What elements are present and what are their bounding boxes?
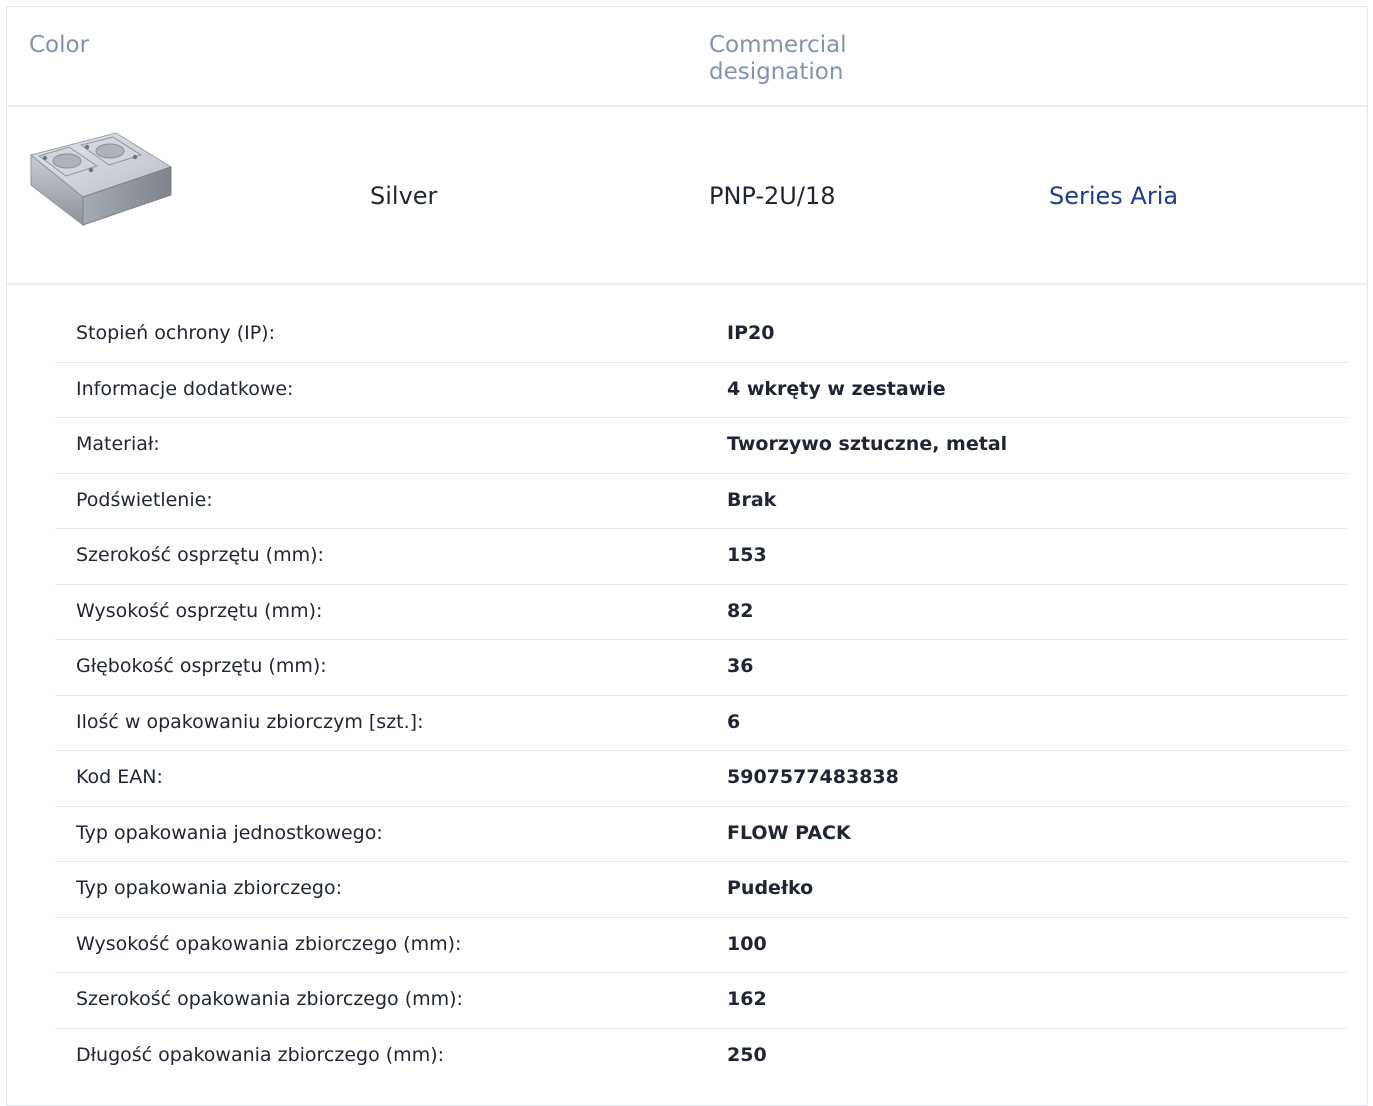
spec-label: Szerokość osprzętu (mm): bbox=[76, 544, 324, 566]
spec-value: 5907577483838 bbox=[727, 766, 899, 788]
spec-label: Kod EAN: bbox=[76, 766, 163, 788]
spec-row: Informacje dodatkowe: 4 wkręty w zestawie bbox=[55, 363, 1347, 418]
spec-label: Szerokość opakowania zbiorczego (mm): bbox=[76, 988, 463, 1010]
product-color: Silver bbox=[370, 182, 438, 210]
spec-row: Typ opakowania zbiorczego: Pudełko bbox=[55, 862, 1347, 918]
spec-value: 4 wkręty w zestawie bbox=[727, 377, 946, 400]
color-column-header: Color bbox=[29, 32, 90, 58]
spec-label: Ilość w opakowaniu zbiorczym [szt.]: bbox=[76, 710, 424, 733]
spec-row: Ilość w opakowaniu zbiorczym [szt.]: 6 bbox=[55, 696, 1347, 751]
series-link[interactable]: Series Aria bbox=[1049, 181, 1178, 211]
spec-value: 36 bbox=[727, 655, 754, 677]
spec-row: Kod EAN: 5907577483838 bbox=[55, 751, 1347, 807]
spec-label: Typ opakowania zbiorczego: bbox=[76, 877, 342, 899]
spec-row: Wysokość osprzętu (mm): 82 bbox=[55, 585, 1347, 640]
designation-column-header: Commercial designation bbox=[709, 32, 847, 85]
spec-row: Szerokość osprzętu (mm): 153 bbox=[55, 529, 1347, 585]
spec-value: 162 bbox=[727, 988, 767, 1010]
spec-row: Długość opakowania zbiorczego (mm): 250 bbox=[55, 1029, 1347, 1085]
spec-row: Podświetlenie: Brak bbox=[55, 474, 1347, 529]
spec-label: Podświetlenie: bbox=[76, 488, 213, 511]
spec-row: Wysokość opakowania zbiorczego (mm): 100 bbox=[55, 918, 1347, 973]
spec-value: 250 bbox=[727, 1043, 767, 1066]
spec-label: Materiał: bbox=[76, 433, 160, 455]
spec-value: IP20 bbox=[727, 322, 775, 344]
spec-value: 100 bbox=[727, 932, 767, 955]
spec-row: Materiał: Tworzywo sztuczne, metal bbox=[55, 418, 1347, 474]
spec-row: Głębokość osprzętu (mm): 36 bbox=[55, 640, 1347, 696]
spec-label: Długość opakowania zbiorczego (mm): bbox=[76, 1043, 445, 1066]
specs-table: Stopień ochrony (IP): IP20 Informacje doda… bbox=[55, 307, 1347, 1084]
product-row: Silver PNP-2U/18 Series Aria bbox=[7, 107, 1367, 285]
spec-label: Głębokość osprzętu (mm): bbox=[76, 655, 327, 677]
spec-value: 153 bbox=[727, 544, 767, 566]
spec-label: Stopień ochrony (IP): bbox=[76, 322, 275, 344]
spec-label: Typ opakowania jednostkowego: bbox=[76, 821, 383, 844]
spec-value: FLOW PACK bbox=[727, 821, 851, 844]
spec-row: Stopień ochrony (IP): IP20 bbox=[55, 307, 1347, 363]
spec-row: Szerokość opakowania zbiorczego (mm): 162 bbox=[55, 973, 1347, 1029]
spec-label: Wysokość opakowania zbiorczego (mm): bbox=[76, 932, 462, 955]
metal-double-box-icon bbox=[29, 132, 173, 227]
spec-row: Typ opakowania jednostkowego: FLOW PACK bbox=[55, 807, 1347, 862]
table-header: Color Commercial designation bbox=[7, 7, 1367, 107]
spec-value: Brak bbox=[727, 488, 777, 511]
product-table: Color Commercial designation Silver PNP-… bbox=[6, 6, 1368, 1106]
spec-label: Informacje dodatkowe: bbox=[76, 377, 294, 400]
spec-label: Wysokość osprzętu (mm): bbox=[76, 599, 323, 622]
spec-value: 82 bbox=[727, 599, 754, 622]
product-image bbox=[21, 125, 173, 227]
spec-value: 6 bbox=[727, 710, 741, 733]
spec-value: Pudełko bbox=[727, 877, 814, 899]
spec-value: Tworzywo sztuczne, metal bbox=[727, 433, 1008, 455]
product-code: PNP-2U/18 bbox=[709, 182, 836, 210]
